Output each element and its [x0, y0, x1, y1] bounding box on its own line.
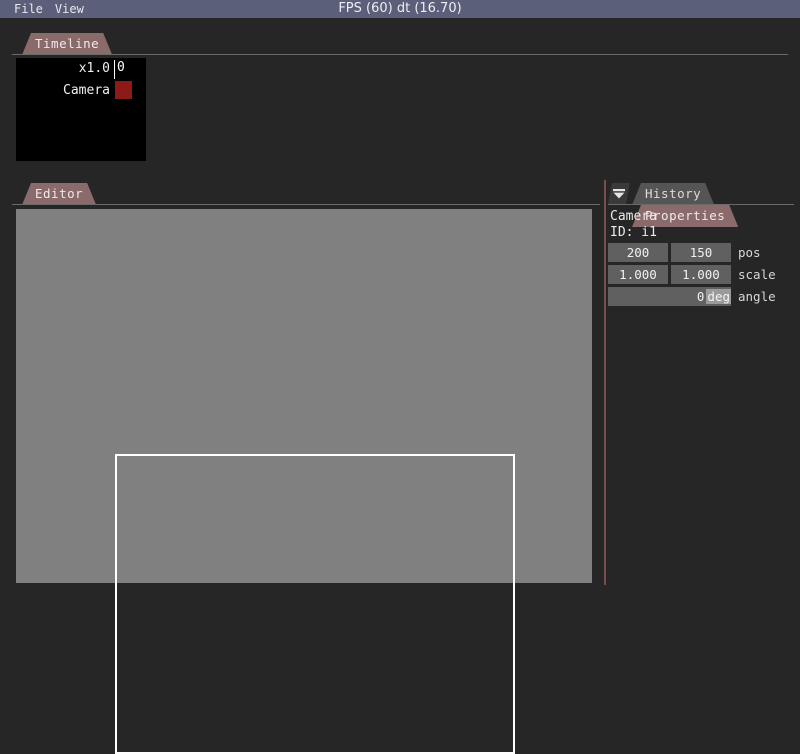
app-root: File View FPS (60) dt (16.70) Timeline x… [0, 0, 800, 754]
timeline-row-ruler: x1.0 [16, 58, 146, 80]
timeline-track-area[interactable]: x1.0 Camera 0 [16, 58, 146, 161]
property-row-scale: 1.000 1.000 scale [608, 265, 794, 284]
right-panel-tabstrip: History Properties [632, 183, 800, 205]
menu-item-view[interactable]: View [49, 0, 90, 18]
window-title: FPS (60) dt (16.70) [338, 1, 462, 16]
angle-unit: deg [706, 289, 731, 304]
camera-selection-rect[interactable] [115, 454, 515, 754]
property-row-pos: 200 150 pos [608, 243, 794, 262]
property-object-name: Camera [610, 209, 657, 224]
pos-x-input[interactable]: 200 [608, 243, 668, 262]
property-object-id: ID: i1 [610, 225, 657, 240]
timeline-playhead[interactable] [114, 60, 115, 79]
angle-value: 0 [696, 289, 705, 304]
timeline-frame-number: 0 [117, 60, 125, 75]
editor-canvas[interactable] [16, 209, 592, 754]
timeline-tabstrip: Timeline [22, 33, 108, 55]
panel-divider[interactable] [604, 180, 606, 585]
angle-label: angle [738, 289, 776, 304]
angle-input[interactable]: 0 deg [608, 287, 731, 306]
scale-x-input[interactable]: 1.000 [608, 265, 668, 284]
scale-y-input[interactable]: 1.000 [671, 265, 731, 284]
menu-item-file[interactable]: File [8, 0, 49, 18]
pos-y-input[interactable]: 150 [671, 243, 731, 262]
editor-tab-underline [12, 204, 600, 205]
menu-bar: File View FPS (60) dt (16.70) [0, 0, 800, 18]
timeline-tab-underline [12, 54, 788, 55]
timeline-keyframe-block[interactable] [115, 81, 132, 99]
properties-panel: Camera ID: i1 200 150 pos 1.000 1.000 sc… [608, 209, 794, 306]
pos-label: pos [738, 245, 761, 260]
editor-tabstrip: Editor [22, 183, 92, 205]
property-row-angle: 0 deg angle [608, 287, 794, 306]
tab-editor[interactable]: Editor [22, 183, 96, 205]
scale-label: scale [738, 267, 776, 282]
funnel-icon [612, 188, 626, 200]
timeline-track-label-camera: Camera [63, 83, 110, 98]
tab-timeline[interactable]: Timeline [22, 33, 112, 55]
filter-funnel-button[interactable] [608, 183, 630, 204]
timeline-speed-label: x1.0 [78, 61, 110, 76]
tab-history[interactable]: History [632, 183, 714, 205]
right-panel-tab-underline [608, 204, 794, 205]
